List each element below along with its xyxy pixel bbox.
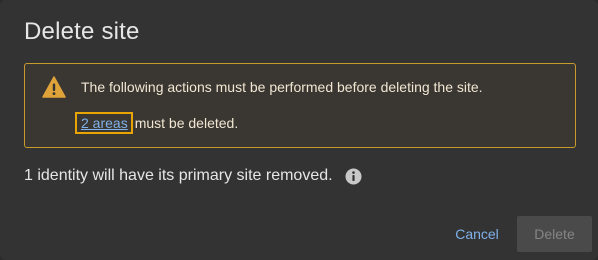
warning-panel: The following actions must be performed … [24, 63, 576, 148]
delete-button[interactable]: Delete [517, 216, 592, 252]
warning-message: The following actions must be performed … [81, 79, 483, 95]
delete-site-dialog: Delete site The following actions must b… [0, 0, 598, 260]
identity-notice-text: 1 identity will have its primary site re… [24, 167, 333, 184]
areas-link[interactable]: 2 areas [75, 112, 133, 134]
info-icon[interactable] [345, 168, 362, 185]
areas-requirement: 2 areas must be deleted. [75, 111, 238, 135]
cancel-button[interactable]: Cancel [444, 216, 510, 252]
areas-requirement-text: must be deleted. [134, 115, 239, 131]
warning-icon [42, 76, 66, 98]
identity-notice: 1 identity will have its primary site re… [24, 167, 362, 185]
dialog-title: Delete site [24, 18, 140, 45]
